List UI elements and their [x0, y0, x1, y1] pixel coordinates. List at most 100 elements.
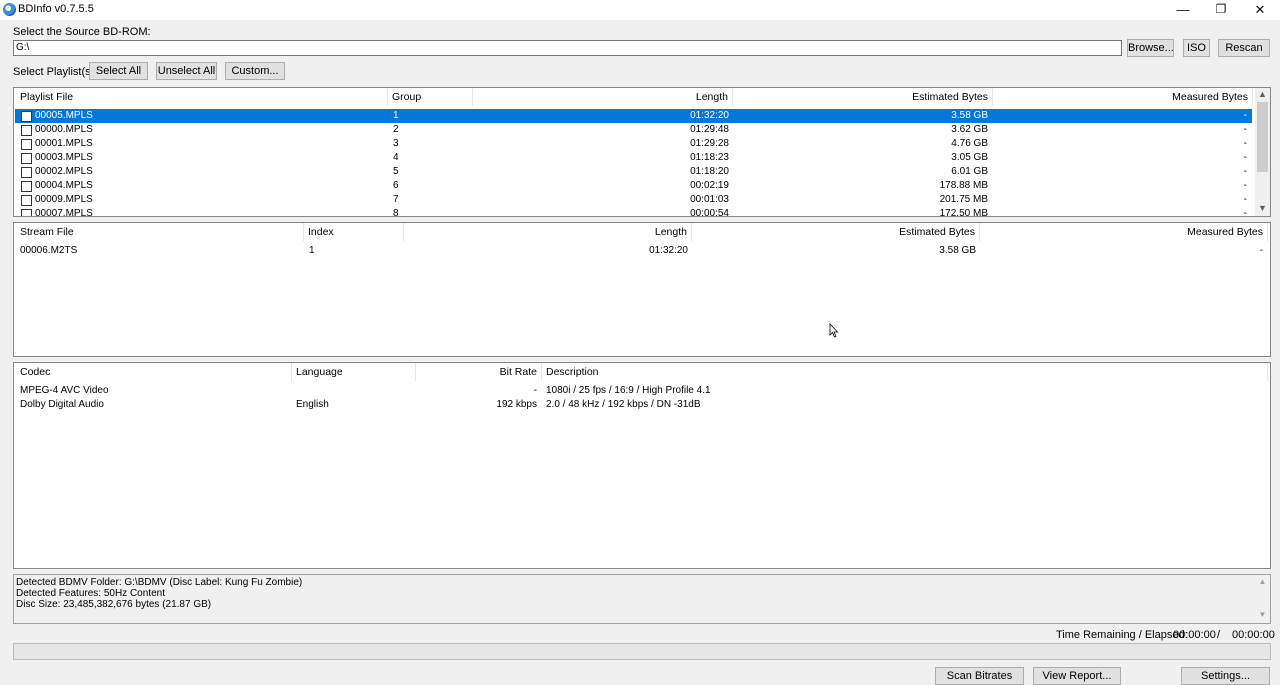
scan-bitrates-button[interactable]: Scan Bitrates — [935, 667, 1024, 685]
time-remaining-label: Time Remaining / Elapsed: — [1056, 629, 1188, 641]
minimize-button[interactable]: — — [1163, 0, 1203, 20]
column-header-bit-rate[interactable]: Bit Rate — [416, 363, 542, 381]
playlist-row[interactable]: 00003.MPLS 4 01:18:23 3.05 GB - — [15, 151, 1252, 165]
playlist-estimated-bytes: 201.75 MB — [939, 194, 988, 205]
settings-button[interactable]: Settings... — [1181, 667, 1270, 685]
playlist-row[interactable]: 00007.MPLS 8 00:00:54 172.50 MB - — [15, 207, 1252, 217]
rescan-button[interactable]: Rescan — [1218, 39, 1270, 57]
playlist-group: 6 — [393, 180, 399, 191]
playlist-measured-bytes: - — [1243, 110, 1247, 121]
playlist-row[interactable]: 00002.MPLS 5 01:18:20 6.01 GB - — [15, 165, 1252, 179]
codec-language — [296, 384, 414, 398]
playlist-length: 01:18:20 — [690, 166, 729, 177]
playlist-estimated-bytes: 4.76 GB — [951, 138, 988, 149]
playlist-measured-bytes: - — [1243, 180, 1247, 191]
playlist-group: 5 — [393, 166, 399, 177]
playlist-measured-bytes: - — [1243, 138, 1247, 149]
status-line: Disc Size: 23,485,382,676 bytes (21.87 G… — [16, 599, 212, 610]
bdinfo-app-icon — [3, 3, 16, 16]
playlist-scrollbar[interactable]: ▲ ▼ — [1255, 88, 1270, 216]
status-scroll-up-icon[interactable]: ▲ — [1256, 577, 1269, 586]
column-header-description[interactable]: Description — [542, 363, 1268, 381]
column-header-stream-file[interactable]: Stream File — [16, 223, 304, 241]
column-header-playlist-file[interactable]: Playlist File — [16, 88, 388, 106]
column-header-length[interactable]: Length — [473, 88, 733, 106]
select-all-button[interactable]: Select All — [89, 62, 148, 80]
status-scroll-down-icon[interactable]: ▼ — [1256, 610, 1269, 619]
playlist-measured-bytes: - — [1243, 166, 1247, 177]
iso-button[interactable]: ISO — [1183, 39, 1210, 57]
playlist-row[interactable]: 00005.MPLS 1 01:32:20 3.58 GB - — [15, 109, 1252, 123]
window-title: BDInfo v0.7.5.5 — [18, 3, 94, 15]
playlist-file: 00001.MPLS — [35, 138, 93, 149]
playlist-estimated-bytes: 3.05 GB — [951, 152, 988, 163]
playlist-length: 01:18:23 — [690, 152, 729, 163]
playlist-measured-bytes: - — [1243, 194, 1247, 205]
column-header-codec[interactable]: Codec — [16, 363, 292, 381]
playlist-length: 00:00:54 — [690, 208, 729, 217]
playlist-checkbox[interactable] — [21, 195, 32, 206]
playlist-checkbox[interactable] — [21, 125, 32, 136]
playlist-estimated-bytes: 172.50 MB — [939, 208, 988, 217]
playlist-file: 00002.MPLS — [35, 166, 93, 177]
playlist-file: 00007.MPLS — [35, 208, 93, 217]
select-playlists-label: Select Playlist(s): — [13, 66, 98, 78]
column-header-measured-bytes[interactable]: Measured Bytes — [980, 223, 1268, 241]
codec-bit-rate: - — [533, 385, 537, 396]
playlist-checkbox[interactable] — [21, 139, 32, 150]
scroll-up-icon[interactable]: ▲ — [1255, 88, 1270, 101]
column-header-index[interactable]: Index — [304, 223, 404, 241]
column-header-measured-bytes[interactable]: Measured Bytes — [993, 88, 1253, 106]
stream-file: 00006.M2TS — [20, 245, 78, 256]
playlist-group: 4 — [393, 152, 399, 163]
playlist-list[interactable]: Playlist File Group Length Estimated Byt… — [13, 87, 1271, 217]
scroll-down-icon[interactable]: ▼ — [1255, 202, 1270, 215]
playlist-checkbox[interactable] — [21, 181, 32, 192]
unselect-all-button[interactable]: Unselect All — [156, 62, 217, 80]
playlist-row[interactable]: 00000.MPLS 2 01:29:48 3.62 GB - — [15, 123, 1252, 137]
playlist-estimated-bytes: 178.88 MB — [939, 180, 988, 191]
playlist-group: 3 — [393, 138, 399, 149]
playlist-checkbox[interactable] — [21, 167, 32, 178]
column-header-estimated-bytes[interactable]: Estimated Bytes — [692, 223, 980, 241]
playlist-measured-bytes: - — [1243, 124, 1247, 135]
playlist-checkbox[interactable] — [21, 111, 32, 122]
playlist-group: 2 — [393, 124, 399, 135]
stream-length: 01:32:20 — [649, 245, 688, 256]
codec-name: Dolby Digital Audio — [20, 399, 104, 410]
playlist-row[interactable]: 00004.MPLS 6 00:02:19 178.88 MB - — [15, 179, 1252, 193]
playlist-row[interactable]: 00001.MPLS 3 01:29:28 4.76 GB - — [15, 137, 1252, 151]
playlist-group: 7 — [393, 194, 399, 205]
codec-row[interactable]: Dolby Digital Audio English 192 kbps 2.0… — [15, 398, 1269, 412]
playlist-estimated-bytes: 6.01 GB — [951, 166, 988, 177]
scrollbar-thumb[interactable] — [1257, 102, 1268, 172]
browse-button[interactable]: Browse... — [1127, 39, 1174, 57]
playlist-estimated-bytes: 3.58 GB — [951, 110, 988, 121]
playlist-checkbox[interactable] — [21, 209, 32, 216]
restore-button[interactable]: ❐ — [1201, 0, 1241, 20]
custom-button[interactable]: Custom... — [225, 62, 285, 80]
playlist-file: 00009.MPLS — [35, 194, 93, 205]
close-button[interactable]: ✕ — [1240, 0, 1280, 20]
playlist-row[interactable]: 00009.MPLS 7 00:01:03 201.75 MB - — [15, 193, 1252, 207]
column-header-group[interactable]: Group — [388, 88, 473, 106]
stream-file-list[interactable]: Stream File Index Length Estimated Bytes… — [13, 222, 1271, 357]
status-text-box[interactable]: Detected BDMV Folder: G:\BDMV (Disc Labe… — [13, 574, 1271, 624]
playlist-group: 1 — [393, 110, 399, 121]
column-header-language[interactable]: Language — [292, 363, 416, 381]
playlist-group: 8 — [393, 208, 399, 217]
stream-row[interactable]: 00006.M2TS 1 01:32:20 3.58 GB - — [15, 244, 1269, 258]
column-header-length[interactable]: Length — [404, 223, 692, 241]
stream-estimated-bytes: 3.58 GB — [939, 245, 976, 256]
view-report-button[interactable]: View Report... — [1033, 667, 1121, 685]
codec-description: 2.0 / 48 kHz / 192 kbps / DN -31dB — [546, 399, 701, 410]
title-bar — [0, 0, 1280, 20]
stream-measured-bytes: - — [1259, 245, 1263, 256]
scan-progress-bar — [13, 643, 1271, 660]
time-remaining-value: 00:00:00 — [1173, 629, 1216, 641]
codec-list[interactable]: Codec Language Bit Rate Description MPEG… — [13, 362, 1271, 569]
column-header-estimated-bytes[interactable]: Estimated Bytes — [733, 88, 993, 106]
playlist-checkbox[interactable] — [21, 153, 32, 164]
source-path-input[interactable]: G:\ — [13, 40, 1122, 56]
codec-row[interactable]: MPEG-4 AVC Video - 1080i / 25 fps / 16:9… — [15, 384, 1269, 398]
